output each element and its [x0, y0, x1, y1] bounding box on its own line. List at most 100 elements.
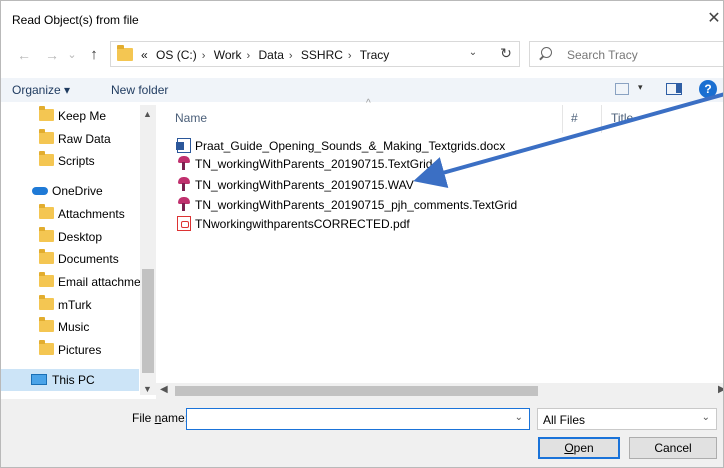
computer-icon: [31, 374, 47, 385]
search-placeholder: Search Tracy: [567, 48, 638, 62]
search-icon: [541, 47, 552, 58]
search-box[interactable]: Search Tracy: [529, 41, 723, 67]
onedrive-cloud-icon: [32, 187, 48, 195]
praat-icon: [177, 156, 191, 171]
pdf-icon: [177, 216, 191, 231]
forward-arrow-icon[interactable]: →: [43, 46, 61, 64]
recent-locations-chevron-icon[interactable]: ⌄: [63, 46, 81, 64]
title-bar: Read Object(s) from file ✕: [1, 1, 723, 35]
change-view-icon[interactable]: [615, 83, 629, 95]
breadcrumb-overflow[interactable]: «: [141, 48, 148, 62]
file-name-label-part: ame:: [161, 411, 189, 425]
navigation-bar: ← → ⌄ ↑ « OS (C:) › Work › Data › SSHRC › Tr…: [1, 39, 723, 71]
folder-icon: [39, 227, 54, 242]
praat-icon: [177, 177, 191, 192]
sidebar-item-scripts[interactable]: Scripts: [1, 150, 141, 172]
open-button[interactable]: Open: [538, 437, 620, 459]
sidebar-item-attachments[interactable]: Attachments: [1, 203, 141, 225]
sidebar-item-documents[interactable]: Documents: [1, 248, 141, 270]
preview-pane-icon[interactable]: [666, 83, 682, 95]
file-open-dialog: Read Object(s) from file ✕ ← → ⌄ ↑ « OS …: [0, 0, 724, 468]
breadcrumb-item[interactable]: OS (C:): [156, 48, 197, 62]
file-name-input[interactable]: ⌄: [186, 408, 530, 430]
mnemonic-letter: O: [564, 441, 574, 455]
column-header-name[interactable]: Name: [175, 111, 207, 125]
sidebar-item-label: Music: [58, 320, 90, 334]
file-name-label-part: File: [132, 411, 155, 425]
folder-icon: [39, 204, 54, 219]
up-folder-icon[interactable]: ↑: [85, 46, 103, 64]
chevron-down-icon[interactable]: ⌄: [515, 412, 523, 423]
breadcrumb-separator: ›: [288, 50, 293, 62]
sidebar-item-email-attachments[interactable]: Email attachmer: [1, 271, 141, 293]
open-button-label: pen: [573, 441, 594, 455]
sidebar-item-label: Pictures: [58, 343, 102, 357]
close-icon[interactable]: ✕: [703, 8, 723, 30]
sidebar-item-raw-data[interactable]: Raw Data: [1, 128, 141, 150]
sidebar-item-pictures[interactable]: Pictures: [1, 339, 141, 361]
folder-icon: [117, 45, 133, 61]
file-name: TNworkingwithparentsCORRECTED.pdf: [195, 217, 410, 231]
chevron-down-icon[interactable]: ⌄: [702, 412, 710, 423]
column-header-title[interactable]: Title: [611, 111, 633, 125]
word-doc-icon: [176, 138, 191, 153]
sort-ascending-icon: ^: [366, 98, 371, 109]
sidebar-item-label: Scripts: [58, 154, 95, 168]
scroll-left-arrow-icon[interactable]: ◀: [160, 384, 168, 395]
navigation-pane-scrollbar[interactable]: ▲ ▼: [140, 105, 156, 395]
column-divider[interactable]: [601, 105, 602, 133]
scroll-down-arrow-icon[interactable]: ▼: [143, 384, 152, 394]
scroll-up-arrow-icon[interactable]: ▲: [143, 109, 152, 119]
organize-button[interactable]: Organize ▾: [12, 83, 70, 97]
folder-icon: [39, 272, 54, 287]
scrollbar-thumb[interactable]: [142, 269, 154, 373]
sidebar-item-label: Email attachmer: [58, 275, 141, 289]
breadcrumb-item[interactable]: Tracy: [360, 48, 390, 62]
navigation-pane: Keep Me Raw Data Scripts OneDrive Attach…: [1, 105, 156, 395]
folder-icon: [39, 295, 54, 310]
view-options-chevron-icon[interactable]: ▾: [638, 82, 643, 93]
sidebar-item-label: Attachments: [58, 207, 125, 221]
folder-icon: [39, 129, 54, 144]
file-name: Praat_Guide_Opening_Sounds_&_Making_Text…: [195, 139, 506, 153]
sidebar-item-label: Documents: [58, 252, 119, 266]
file-name: TN_workingWithParents_20190715_pjh_comme…: [195, 198, 518, 212]
sidebar-item-this-pc[interactable]: This PC: [1, 369, 139, 391]
sidebar-item-onedrive[interactable]: OneDrive: [1, 180, 141, 202]
file-name-label: File name:: [132, 411, 188, 425]
file-name: TN_workingWithParents_20190715.TextGrid: [195, 157, 433, 171]
column-header-number[interactable]: #: [571, 111, 578, 125]
new-folder-button[interactable]: New folder: [111, 83, 168, 97]
help-icon[interactable]: ?: [699, 80, 717, 98]
horizontal-scrollbar[interactable]: ◀ ▶: [156, 383, 723, 399]
folder-icon: [39, 106, 54, 121]
column-divider[interactable]: [562, 105, 563, 133]
file-name: TN_workingWithParents_20190715.WAV: [195, 178, 414, 192]
breadcrumb: « OS (C:) › Work › Data › SSHRC › Tracy: [141, 48, 394, 62]
sidebar-item-keep-me[interactable]: Keep Me: [1, 105, 141, 127]
sidebar-item-desktop[interactable]: Desktop: [1, 226, 141, 248]
folder-icon: [39, 317, 54, 332]
breadcrumb-item[interactable]: Data: [259, 48, 284, 62]
scroll-right-arrow-icon[interactable]: ▶: [718, 384, 723, 395]
address-dropdown-chevron-icon[interactable]: ⌄: [465, 47, 481, 58]
refresh-icon[interactable]: ↻: [496, 45, 516, 62]
file-type-value: All Files: [543, 413, 586, 427]
scrollbar-thumb[interactable]: [175, 386, 538, 396]
sidebar-item-label: mTurk: [58, 298, 92, 312]
back-arrow-icon[interactable]: ←: [15, 46, 33, 64]
breadcrumb-item[interactable]: Work: [214, 48, 242, 62]
file-type-select[interactable]: All Files ⌄: [537, 408, 717, 430]
sidebar-item-label: Desktop: [58, 230, 103, 244]
address-bar[interactable]: « OS (C:) › Work › Data › SSHRC › Tracy ⌄ ↻: [110, 41, 520, 67]
sidebar-item-label: This PC: [52, 373, 95, 387]
folder-icon: [39, 249, 54, 264]
cancel-button[interactable]: Cancel: [629, 437, 717, 459]
folder-icon: [39, 151, 54, 166]
breadcrumb-separator: ›: [201, 50, 206, 62]
file-list: Name ^ # Title Praat_Guide_Opening_Sound…: [161, 98, 723, 395]
breadcrumb-separator: ›: [347, 50, 352, 62]
sidebar-item-mturk[interactable]: mTurk: [1, 294, 141, 316]
breadcrumb-item[interactable]: SSHRC: [301, 48, 343, 62]
sidebar-item-music[interactable]: Music: [1, 316, 141, 338]
